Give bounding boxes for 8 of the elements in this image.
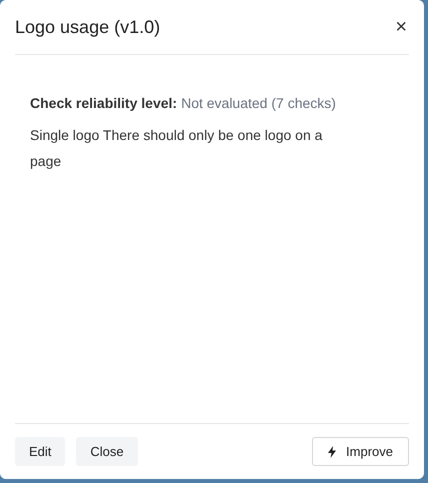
lightning-icon — [328, 446, 336, 458]
improve-button[interactable]: Improve — [312, 437, 409, 466]
dialog-title: Logo usage (v1.0) — [15, 16, 160, 39]
close-button[interactable]: Close — [76, 437, 138, 466]
edit-button[interactable]: Edit — [15, 437, 66, 466]
check-description: Single logo There should only be one logo on a page — [30, 126, 324, 171]
reliability-label: Check reliability level: — [30, 94, 178, 113]
reliability-value: Not evaluated (7 checks) — [181, 94, 336, 113]
